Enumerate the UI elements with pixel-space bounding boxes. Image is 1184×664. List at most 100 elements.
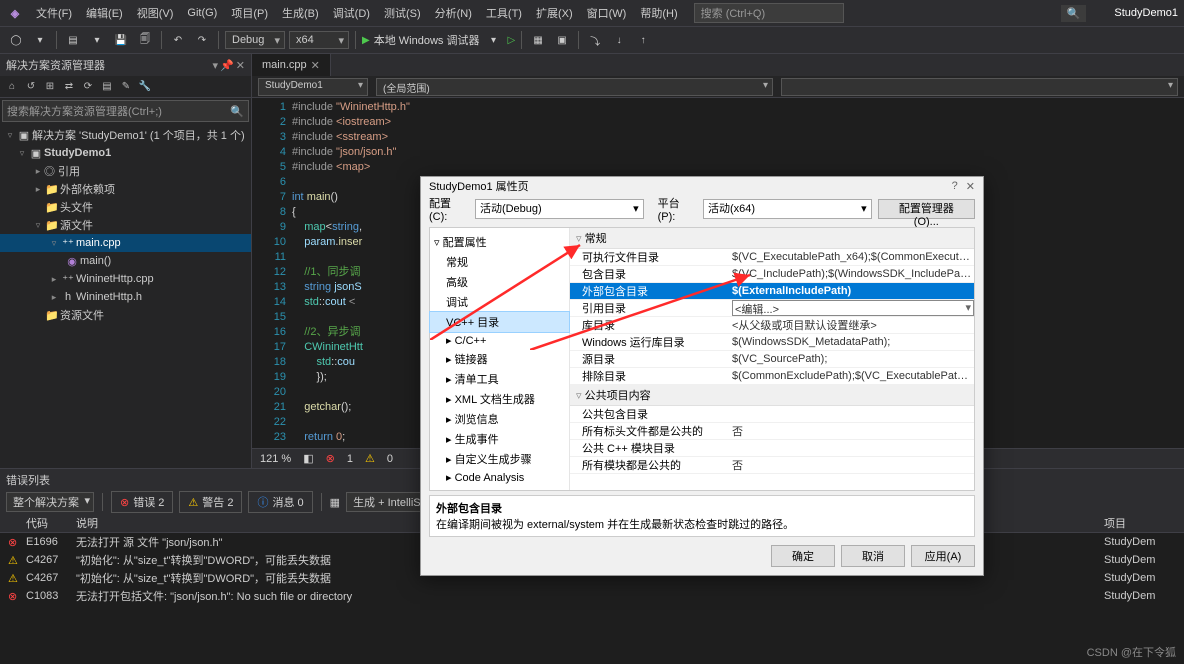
step-out-icon[interactable]: ↑ [633, 30, 653, 50]
solution-node[interactable]: ▿▣解决方案 'StudyDemo1' (1 个项目，共 1 个) [0, 126, 251, 144]
wininet-cpp-node[interactable]: ▸⁺⁺WininetHttp.cpp [0, 270, 251, 288]
wininet-h-node[interactable]: ▸hWininetHttp.h [0, 288, 251, 306]
solution-tree[interactable]: ▿▣解决方案 'StudyDemo1' (1 个项目，共 1 个) ▿▣Stud… [0, 124, 251, 468]
tree-item[interactable]: VC++ 目录 [430, 312, 569, 332]
tree-item[interactable]: ▸ 链接器 [430, 349, 569, 369]
project-node[interactable]: ▿▣StudyDemo1 [0, 144, 251, 162]
property-row[interactable]: 可执行文件目录$(VC_ExecutablePath_x64);$(Common… [570, 249, 974, 266]
group-general[interactable]: 常规 [570, 228, 974, 249]
tree-item[interactable]: 常规 [430, 252, 569, 272]
menu-item[interactable]: 编辑(E) [80, 2, 129, 24]
nav-icon[interactable]: ◧ [303, 452, 313, 465]
close-panel-icon[interactable]: ✕ [236, 60, 245, 72]
property-row[interactable]: 公共包含目录 [570, 406, 974, 423]
menu-item[interactable]: 视图(V) [131, 2, 180, 24]
close-tab-icon[interactable]: ✕ [311, 59, 320, 72]
resources-node[interactable]: 📁资源文件 [0, 306, 251, 324]
sources-node[interactable]: ▿📁源文件 [0, 216, 251, 234]
nav-project[interactable]: StudyDemo1 [258, 78, 368, 96]
nav-fwd-icon[interactable]: ▾ [30, 30, 50, 50]
new-icon[interactable]: ▤ [63, 30, 83, 50]
platform-dropdown[interactable]: x64 [289, 31, 349, 49]
menu-item[interactable]: 窗口(W) [581, 2, 633, 24]
menu-item[interactable]: 分析(N) [429, 2, 478, 24]
property-tree[interactable]: ▿ 配置属性 常规高级调试VC++ 目录▸ C/C++▸ 链接器▸ 清单工具▸ … [430, 228, 570, 490]
toolbox-icon[interactable]: ▦ [528, 30, 548, 50]
tree-item[interactable]: ▸ 浏览信息 [430, 409, 569, 429]
step-into-icon[interactable]: ↓ [609, 30, 629, 50]
menu-item[interactable]: 工具(T) [480, 2, 528, 24]
help-icon[interactable]: ? [952, 180, 958, 193]
save-icon[interactable]: 💾 [111, 30, 131, 50]
undo-icon[interactable]: ↶ [168, 30, 188, 50]
tree-item[interactable]: ▸ 生成事件 [430, 429, 569, 449]
pin2-icon[interactable]: 📌 [220, 60, 234, 72]
toolbox2-icon[interactable]: ▣ [552, 30, 572, 50]
cancel-button[interactable]: 取消 [841, 545, 905, 567]
tree-item[interactable]: ▸ XML 文档生成器 [430, 389, 569, 409]
menu-item[interactable]: 调试(D) [327, 2, 376, 24]
tree-item[interactable]: ▸ 清单工具 [430, 369, 569, 389]
property-row[interactable]: 所有模块都是公共的否 [570, 457, 974, 474]
open-icon[interactable]: ▾ [87, 30, 107, 50]
property-row[interactable]: 库目录<从父级或项目默认设置继承> [570, 317, 974, 334]
error-row[interactable]: ⊗C1083无法打开包括文件: "json/json.h": No such f… [0, 587, 1184, 605]
menu-item[interactable]: 生成(B) [276, 2, 325, 24]
config-select[interactable]: 活动(Debug) [475, 199, 644, 219]
menu-item[interactable]: Git(G) [181, 4, 223, 22]
config-manager-button[interactable]: 配置管理器(O)... [878, 199, 975, 219]
config-dropdown[interactable]: Debug [225, 31, 285, 49]
property-grid[interactable]: 常规 可执行文件目录$(VC_ExecutablePath_x64);$(Com… [570, 228, 974, 490]
tree-item[interactable]: ▸ C/C++ [430, 332, 569, 349]
menu-item[interactable]: 帮助(H) [634, 2, 683, 24]
debugger-label[interactable]: 本地 Windows 调试器 [374, 32, 480, 48]
home-icon[interactable]: ⌂ [4, 81, 20, 92]
dialog-titlebar[interactable]: StudyDemo1 属性页 ?✕ [421, 177, 983, 195]
group-public[interactable]: 公共项目内容 [570, 385, 974, 406]
main-cpp-node[interactable]: ▿⁺⁺main.cpp [0, 234, 251, 252]
headers-node[interactable]: 📁头文件 [0, 198, 251, 216]
property-row[interactable]: 所有标头文件都是公共的否 [570, 423, 974, 440]
property-row[interactable]: 源目录$(VC_SourcePath); [570, 351, 974, 368]
ok-button[interactable]: 确定 [771, 545, 835, 567]
start-debug-icon[interactable]: ▶ [362, 35, 370, 46]
build-icon[interactable]: ▦ [330, 496, 340, 509]
menu-item[interactable]: 测试(S) [378, 2, 427, 24]
menu-item[interactable]: 扩展(X) [530, 2, 579, 24]
property-row[interactable]: 公共 C++ 模块目录 [570, 440, 974, 457]
step-over-icon[interactable]: ⤵ [585, 30, 605, 50]
menu-item[interactable]: 项目(P) [225, 2, 274, 24]
start-nodbg-icon[interactable]: ▷ [507, 35, 515, 46]
tree-item[interactable]: ▸ 自定义生成步骤 [430, 449, 569, 469]
global-search-input[interactable]: 搜索 (Ctrl+Q) [694, 3, 844, 23]
nav-member[interactable] [781, 78, 1178, 96]
close-dialog-icon[interactable]: ✕ [966, 180, 975, 193]
property-row[interactable]: 包含目录$(VC_IncludePath);$(WindowsSDK_Inclu… [570, 266, 974, 283]
platform-select[interactable]: 活动(x64) [703, 199, 872, 219]
nav-back-icon[interactable]: ◯ [6, 30, 26, 50]
save-all-icon[interactable]: 🗐 [135, 30, 155, 50]
external-deps-node[interactable]: ▸📁外部依赖项 [0, 180, 251, 198]
errors-filter[interactable]: ⊗错误 2 [111, 491, 173, 513]
tree-root[interactable]: ▿ 配置属性 [430, 232, 569, 252]
solution-search-input[interactable]: 搜索解决方案资源管理器(Ctrl+;)🔍 [2, 100, 249, 122]
solution-filter[interactable]: 整个解决方案 [6, 492, 94, 512]
property-row[interactable]: 外部包含目录$(ExternalIncludePath) [570, 283, 974, 300]
messages-filter[interactable]: ⓘ消息 0 [248, 491, 312, 513]
warnings-filter[interactable]: ⚠警告 2 [179, 491, 242, 513]
zoom-level[interactable]: 121 % [260, 453, 291, 465]
tree-item[interactable]: ▸ Code Analysis [430, 469, 569, 486]
search-icon[interactable]: 🔍 [1061, 5, 1087, 22]
property-row[interactable]: 排除目录$(CommonExcludePath);$(VC_Executable… [570, 368, 974, 385]
nav-scope[interactable]: (全局范围) [376, 78, 773, 96]
tree-item[interactable]: 调试 [430, 292, 569, 312]
tree-item[interactable]: 高级 [430, 272, 569, 292]
property-row[interactable]: Windows 运行库目录$(WindowsSDK_MetadataPath); [570, 334, 974, 351]
apply-button[interactable]: 应用(A) [911, 545, 975, 567]
pin-icon[interactable]: ▾ [213, 60, 219, 72]
tab-main-cpp[interactable]: main.cpp✕ [252, 54, 331, 76]
menu-item[interactable]: 文件(F) [30, 2, 78, 24]
main-fn-node[interactable]: ◉main() [0, 252, 251, 270]
references-node[interactable]: ▸◎ 引用 [0, 162, 251, 180]
redo-icon[interactable]: ↷ [192, 30, 212, 50]
